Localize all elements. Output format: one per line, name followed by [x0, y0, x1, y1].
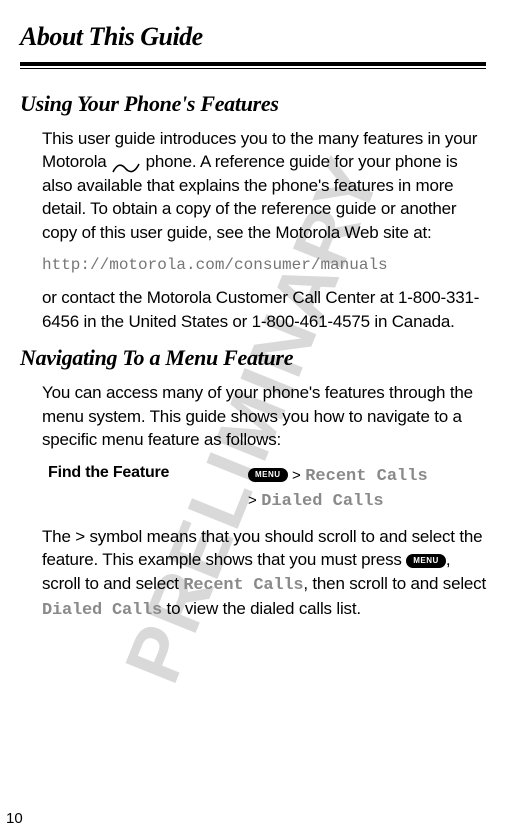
find-feature-label: Find the Feature	[48, 464, 248, 482]
paragraph: The > symbol means that you should scrol…	[42, 525, 486, 623]
text: , then scroll to and select	[303, 574, 486, 593]
menu-item: Dialed Calls	[261, 492, 383, 511]
divider-thick	[20, 62, 486, 66]
menu-key-icon: MENU	[248, 468, 288, 482]
section-title-features: Using Your Phone's Features	[20, 91, 486, 117]
find-feature-row: Find the Feature MENU > Recent Calls > D…	[48, 464, 486, 515]
url-text: http://motorola.com/consumer/manuals	[42, 256, 486, 274]
chapter-title: About This Guide	[20, 22, 486, 52]
paragraph: You can access many of your phone's feat…	[42, 381, 486, 451]
menu-key-icon: MENU	[406, 554, 446, 568]
paragraph: or contact the Motorola Customer Call Ce…	[42, 286, 486, 333]
page-content: About This Guide Using Your Phone's Feat…	[20, 22, 486, 623]
menu-item: Recent Calls	[305, 467, 427, 486]
menu-item-inline: Dialed Calls	[42, 601, 162, 620]
page-number: 10	[6, 810, 23, 827]
feature-path: MENU > Recent Calls > Dialed Calls	[248, 464, 428, 515]
section-title-navigating: Navigating To a Menu Feature	[20, 345, 486, 371]
menu-item-inline: Recent Calls	[183, 576, 303, 595]
gt-symbol: >	[292, 467, 301, 484]
paragraph: This user guide introduces you to the ma…	[42, 127, 486, 244]
divider-thin	[20, 68, 486, 69]
motorola-wave-icon	[112, 157, 140, 169]
gt-symbol: >	[248, 492, 257, 509]
text: to view the dialed calls list.	[162, 599, 361, 618]
